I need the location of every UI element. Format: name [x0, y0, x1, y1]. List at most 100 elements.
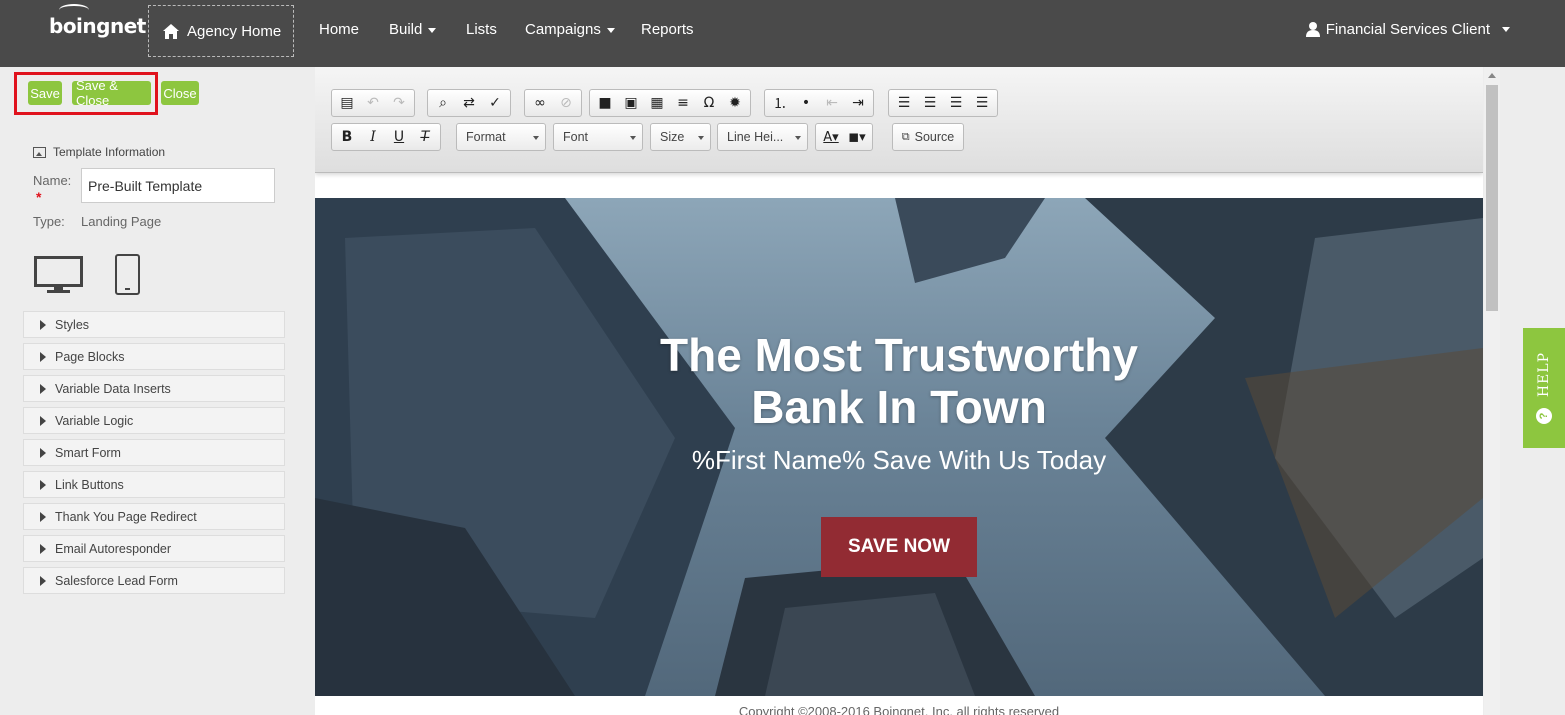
accordion-link-buttons[interactable]: Link Buttons: [23, 471, 285, 498]
caret-right-icon: [40, 543, 46, 554]
accordion-label: Smart Form: [55, 445, 121, 460]
accordion-label: Email Autoresponder: [55, 541, 172, 556]
type-value: Landing Page: [81, 214, 162, 229]
accordion-styles[interactable]: Styles: [23, 311, 285, 338]
save-button[interactable]: Save: [28, 81, 62, 105]
video-icon[interactable]: ■: [594, 92, 616, 114]
remove-format-icon[interactable]: T̶: [414, 126, 436, 148]
nav-campaigns[interactable]: Campaigns: [525, 21, 615, 38]
page-editor[interactable]: ▤ ↶ ↷ ⌕ ⇄ ✓ ∞ ⊘ ■ ▣ ▦ ≡ Ω ✹ ⒈ • ⇤ ⇥ ☰ ☰ …: [315, 67, 1483, 715]
hero-headline-line2: Bank In Town: [751, 381, 1047, 433]
table-icon[interactable]: ▦: [646, 92, 668, 114]
user-menu[interactable]: Financial Services Client: [1305, 21, 1510, 38]
mobile-view-icon[interactable]: [115, 254, 140, 295]
format-dropdown[interactable]: Format: [456, 123, 546, 151]
hero-subtitle[interactable]: %First Name% Save With Us Today: [315, 445, 1483, 476]
caret-right-icon: [40, 447, 46, 458]
special-char-icon[interactable]: Ω: [698, 92, 720, 114]
save-now-button[interactable]: SAVE NOW: [821, 517, 977, 577]
name-label: Name:: [33, 173, 72, 188]
boingnet-logo[interactable]: boingnet: [49, 4, 146, 38]
nav-lists[interactable]: Lists: [466, 21, 497, 38]
accordion-label: Styles: [55, 317, 90, 332]
bg-color-icon[interactable]: ◼▾: [846, 126, 868, 148]
text-color-icon[interactable]: A▾: [820, 126, 842, 148]
size-dropdown[interactable]: Size: [650, 123, 711, 151]
agency-home-label: Agency Home: [187, 22, 282, 40]
justify-icon[interactable]: ☰: [971, 92, 993, 114]
nav-build[interactable]: Build: [389, 21, 437, 38]
editor-scrollbar[interactable]: [1484, 67, 1500, 715]
chevron-down-icon: [606, 27, 615, 33]
template-name-input[interactable]: [81, 168, 275, 203]
outdent-icon[interactable]: ⇤: [821, 92, 843, 114]
image-icon: [33, 146, 46, 158]
scroll-up-icon[interactable]: [1488, 73, 1496, 78]
nav-campaigns-label: Campaigns: [525, 21, 601, 38]
user-name: Financial Services Client: [1325, 21, 1490, 38]
image-icon[interactable]: ▣: [620, 92, 642, 114]
agency-home-button[interactable]: Agency Home: [148, 5, 294, 57]
underline-icon[interactable]: U: [388, 126, 410, 148]
scrollbar-thumb[interactable]: [1486, 85, 1498, 311]
accordion-variable-logic[interactable]: Variable Logic: [23, 407, 285, 434]
hero-section[interactable]: The Most Trustworthy Bank In Town %First…: [315, 198, 1483, 696]
replace-icon[interactable]: ⇄: [458, 92, 480, 114]
logo-text: boingnet: [49, 14, 146, 38]
font-dropdown[interactable]: Font: [553, 123, 643, 151]
help-label: HELP: [1536, 352, 1552, 398]
accordion-email-autoresponder[interactable]: Email Autoresponder: [23, 535, 285, 562]
accordion-thank-you-redirect[interactable]: Thank You Page Redirect: [23, 503, 285, 530]
question-icon: ?: [1536, 407, 1552, 424]
accordion-label: Variable Logic: [55, 413, 134, 428]
align-group: ☰ ☰ ☰ ☰: [888, 89, 998, 117]
size-label: Size: [660, 130, 685, 144]
search-icon[interactable]: ⌕: [432, 92, 454, 114]
logo-wings-icon: [59, 4, 89, 16]
indent-icon[interactable]: ⇥: [847, 92, 869, 114]
hero-headline[interactable]: The Most Trustworthy Bank In Town: [315, 329, 1483, 433]
accordion-variable-data-inserts[interactable]: Variable Data Inserts: [23, 375, 285, 402]
unlink-icon[interactable]: ⊘: [555, 92, 577, 114]
help-tab[interactable]: HELP ?: [1523, 328, 1565, 448]
caret-right-icon: [40, 383, 46, 394]
text-style-group: B I U T̶: [331, 123, 441, 151]
nav-home[interactable]: Home: [319, 21, 359, 38]
nav-lists-label: Lists: [466, 21, 497, 38]
paste-word-icon[interactable]: ▤: [336, 92, 358, 114]
find-group: ⌕ ⇄ ✓: [427, 89, 511, 117]
italic-icon[interactable]: I: [362, 126, 384, 148]
numbered-list-icon[interactable]: ⒈: [769, 92, 791, 114]
chevron-down-icon: [1502, 27, 1510, 32]
link-icon[interactable]: ∞: [529, 92, 551, 114]
bullet-list-icon[interactable]: •: [795, 92, 817, 114]
undo-icon[interactable]: ↶: [362, 92, 384, 114]
line-height-dropdown[interactable]: Line Hei...: [717, 123, 808, 151]
chevron-down-icon: [795, 136, 801, 140]
source-button[interactable]: ⧉ Source: [892, 123, 964, 151]
chevron-down-icon: [698, 136, 704, 140]
accordion-salesforce-lead-form[interactable]: Salesforce Lead Form: [23, 567, 285, 594]
accordion-page-blocks[interactable]: Page Blocks: [23, 343, 285, 370]
align-right-icon[interactable]: ☰: [945, 92, 967, 114]
editor-toolbar: ▤ ↶ ↷ ⌕ ⇄ ✓ ∞ ⊘ ■ ▣ ▦ ≡ Ω ✹ ⒈ • ⇤ ⇥ ☰ ☰ …: [315, 67, 1483, 173]
redo-icon[interactable]: ↷: [388, 92, 410, 114]
spellcheck-icon[interactable]: ✓: [484, 92, 506, 114]
template-info-title: Template Information: [53, 145, 166, 159]
nav-reports[interactable]: Reports: [641, 21, 694, 38]
align-left-icon[interactable]: ☰: [893, 92, 915, 114]
accordion-smart-form[interactable]: Smart Form: [23, 439, 285, 466]
color-group: A▾ ◼▾: [815, 123, 873, 151]
caret-right-icon: [40, 319, 46, 330]
nav-home-label: Home: [319, 21, 360, 38]
align-center-icon[interactable]: ☰: [919, 92, 941, 114]
bold-icon[interactable]: B: [336, 126, 358, 148]
horizontal-line-icon[interactable]: ≡: [672, 92, 694, 114]
desktop-view-icon[interactable]: [34, 256, 83, 294]
caret-right-icon: [40, 575, 46, 586]
save-close-button[interactable]: Save & Close: [72, 78, 151, 108]
close-button[interactable]: Close: [161, 81, 199, 105]
hero-headline-line1: The Most Trustworthy: [660, 329, 1138, 381]
settings-gear-icon[interactable]: ✹: [724, 92, 746, 114]
font-label: Font: [563, 130, 589, 144]
